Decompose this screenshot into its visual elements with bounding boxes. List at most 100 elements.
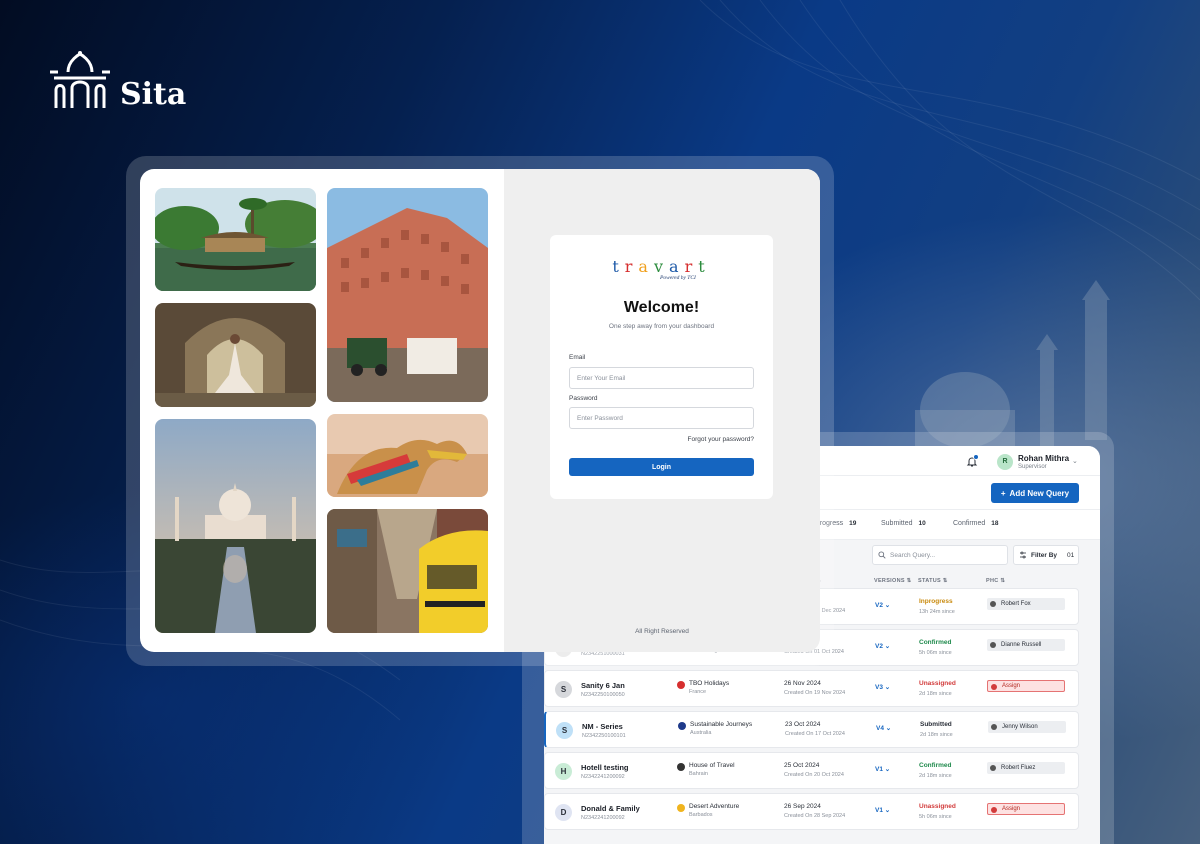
country-flag-icon [678,722,686,730]
row-agency: Desert Adventure [689,803,740,810]
brand-name: Sita [120,77,187,112]
assign-button[interactable]: Assign [987,680,1065,692]
row-travel-date: 26 Nov 2024 [784,680,821,687]
country-flag-icon [677,681,685,689]
row-query-name: Hotell testing [581,763,629,772]
filter-count: 01 [1067,551,1075,559]
status-since: 2d 18m since [919,691,952,697]
status-since: 2d 18m since [919,773,952,779]
tab-label: Confirmed [953,520,986,527]
chevron-down-icon[interactable]: ⌄ [1072,457,1078,465]
login-card: travart Powered by TCI Welcome! One step… [140,169,820,652]
taj-mahal-photo [155,419,316,633]
status-since: 2d 18m since [920,732,953,738]
welcome-subtitle: One step away from your dashboard [608,323,715,330]
country-flag-icon [677,804,685,812]
user-icon [991,807,997,813]
user-icon [990,601,996,607]
version-dropdown[interactable]: V1 ⌄ [875,765,890,773]
email-label: Email [569,354,586,361]
table-row[interactable]: S Sanity 6 Jan N2342250100050 TBO Holidays F… [544,670,1079,707]
row-travel-date: 23 Oct 2024 [785,721,821,728]
backwaters-houseboat-photo [155,188,316,291]
poc-chip[interactable]: Jenny Wilson [988,721,1066,733]
poc-name: Jenny Wilson [1002,724,1038,730]
travart-logo: travart [550,257,773,276]
user-icon [991,684,997,690]
version-dropdown[interactable]: V3 ⌄ [875,683,890,691]
filter-by-button[interactable]: Filter By 01 [1013,545,1079,565]
status-since: 5h 06m since [919,814,952,820]
email-placeholder: Enter Your Email [577,374,626,382]
tab-submitted[interactable]: Submitted 10 [881,520,926,527]
poc-name: Dianne Russell [1001,642,1042,648]
row-travel-date: 26 Sep 2024 [784,803,821,810]
logo-letter: r [684,257,699,276]
tab-count: 18 [991,520,999,527]
row-avatar: D [555,804,572,821]
column-header-versions[interactable]: VERSIONS ⇅ [874,578,912,584]
row-agency: TBO Holidays [689,680,730,687]
row-query-name: Donald & Family [581,804,640,813]
version-dropdown[interactable]: V4 ⌄ [876,724,891,732]
row-created-date: Created On 20 Oct 2024 [784,772,844,778]
forgot-password-link[interactable]: Forgot your password? [688,436,754,443]
poc-chip[interactable]: Robert Fluez [987,762,1065,774]
table-row[interactable]: D Donald & Family N2342241200092 Desert Adv… [544,793,1079,830]
add-new-query-button[interactable]: + Add New Query [991,483,1079,503]
row-query-id: N2342250100050 [581,692,625,698]
tab-count: 19 [849,520,857,527]
hawa-mahal-photo [327,188,488,402]
column-header-status[interactable]: STATUS ⇅ [918,578,948,584]
password-field[interactable]: Enter Password [569,407,754,429]
search-placeholder: Search Query... [890,551,936,559]
column-label: VERSIONS [874,578,905,584]
status-since: 13h 24m since [919,609,955,615]
row-created-date: Created On 28 Sep 2024 [784,813,846,819]
poc-name: Assign [1002,806,1021,812]
row-country: Bahrain [689,771,708,777]
street-rickshaw-photo [327,509,488,633]
palace-logo-icon [50,51,110,108]
row-country: France [689,689,707,695]
version-dropdown[interactable]: V1 ⌄ [875,806,890,814]
table-row[interactable]: S NM - Series N2342250100101 Sustainable Jo… [544,711,1079,748]
table-row[interactable]: H Hotell testing N2342241200092 House of Tr… [544,752,1079,789]
version-dropdown[interactable]: V2 ⌄ [875,642,890,650]
status-badge: Confirmed [919,762,952,769]
version-label: V4 [876,725,884,732]
version-label: V1 [875,807,883,814]
search-query-input[interactable]: Search Query... [872,545,1008,565]
user-name[interactable]: Rohan Mithra [1018,454,1069,463]
brand-logo: Sita [48,50,186,112]
logo-letter: a [669,257,685,276]
user-role: Supervisor [1018,464,1047,470]
tab-confirmed[interactable]: Confirmed 18 [953,520,999,527]
email-field[interactable]: Enter Your Email [569,367,754,389]
login-button[interactable]: Login [569,458,754,476]
column-header-poc[interactable]: PHC ⇅ [986,578,1005,584]
logo-letter: a [638,257,654,276]
logo-letter: t [612,257,625,276]
poc-chip[interactable]: Robert Fox [987,598,1065,610]
user-icon [990,765,996,771]
archway-dancer-photo [155,303,316,407]
camel-desert-photo [327,414,488,497]
status-badge: Inprogress [919,598,953,605]
poc-chip[interactable]: Dianne Russell [987,639,1065,651]
version-dropdown[interactable]: V2 ⌄ [875,601,890,609]
poc-name: Assign [1002,683,1021,689]
status-badge: Confirmed [919,639,952,646]
status-badge: Submitted [920,721,952,728]
assign-button[interactable]: Assign [987,803,1065,815]
footer-text: All Right Reserved [635,628,689,635]
row-created-date: Created On 17 Oct 2024 [785,731,845,737]
poc-name: Robert Fluez [1001,765,1036,771]
poc-name: Robert Fox [1001,601,1031,607]
user-avatar[interactable]: R [997,454,1013,470]
status-badge: Unassigned [919,803,956,810]
logo-letter: v [653,257,670,276]
row-avatar: S [555,681,572,698]
password-label: Password [569,395,598,402]
plus-icon: + [1000,488,1006,498]
